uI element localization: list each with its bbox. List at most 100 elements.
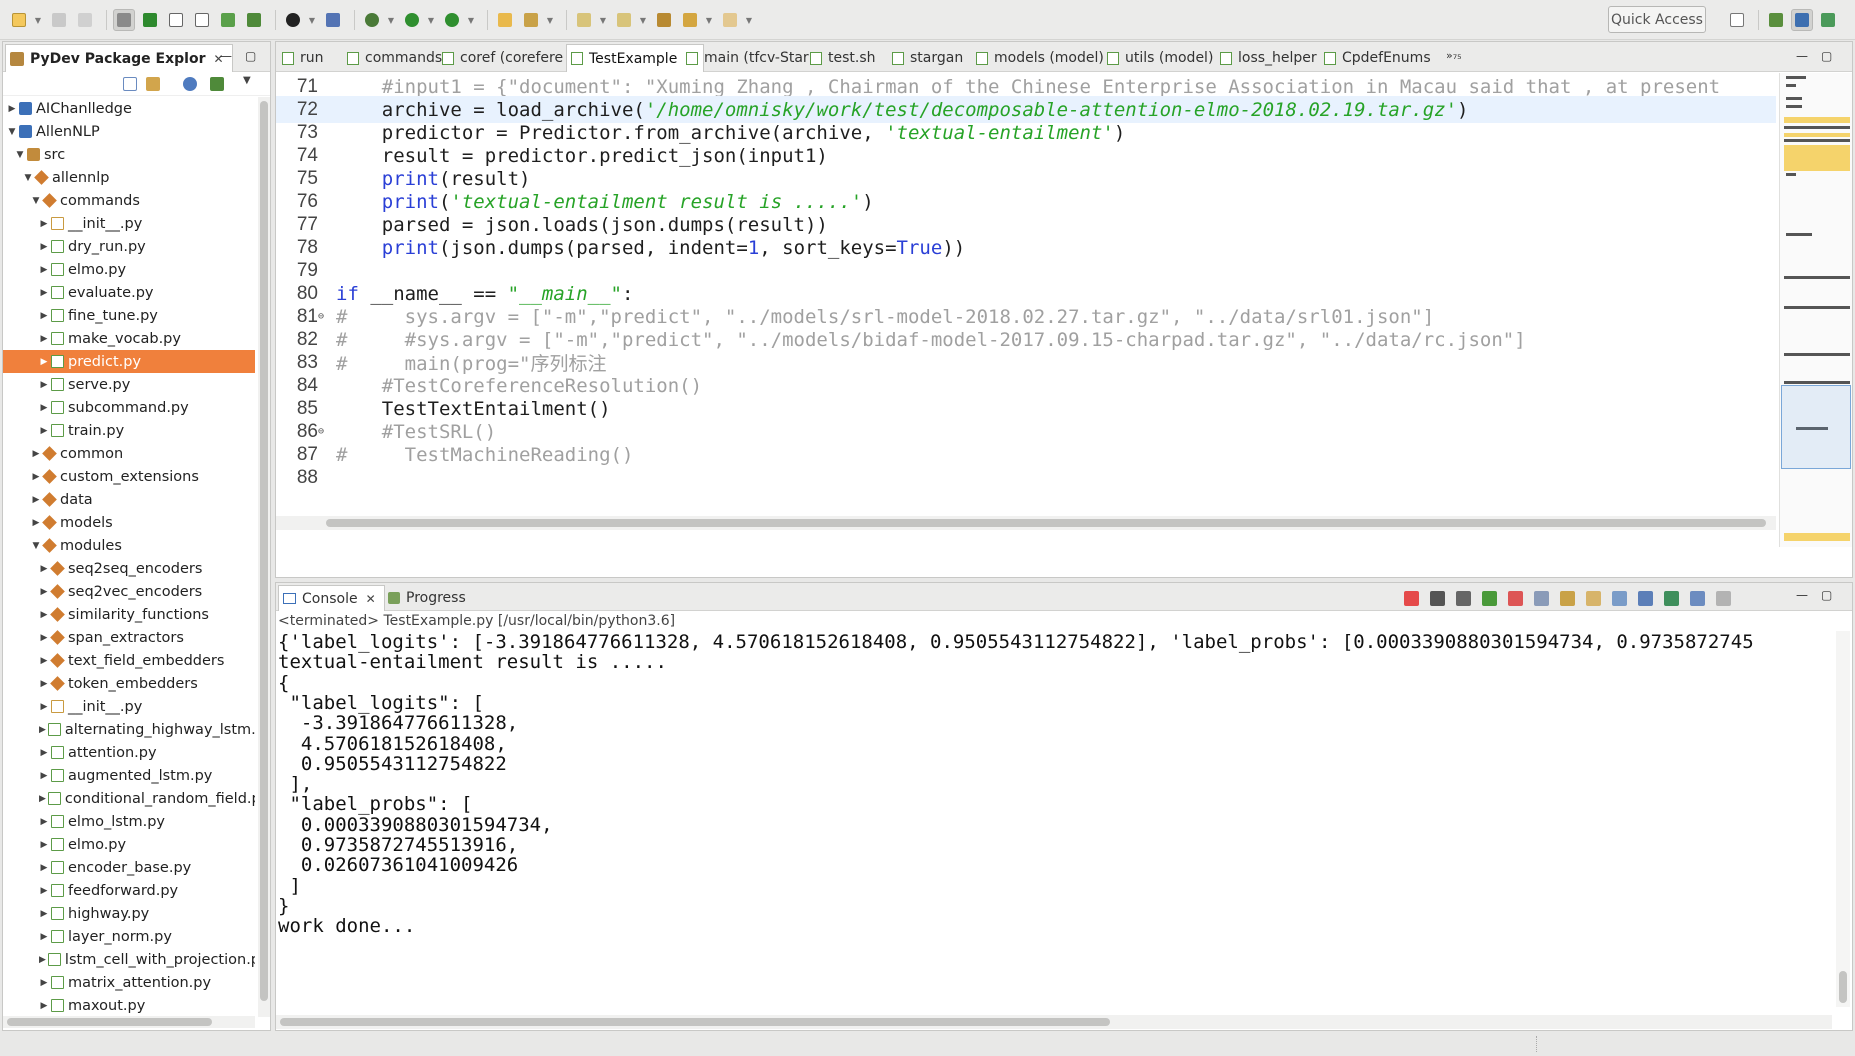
quick-access-field[interactable]: Quick Access bbox=[1608, 6, 1706, 33]
expand-right-icon[interactable]: ▶ bbox=[39, 725, 46, 735]
tree-item[interactable]: ▶ evaluate.py bbox=[3, 281, 255, 304]
tree-item[interactable]: ▶ custom_extensions bbox=[3, 465, 255, 488]
expand-right-icon[interactable]: ▶ bbox=[7, 104, 17, 114]
expand-right-icon[interactable]: ▶ bbox=[39, 265, 49, 275]
editor-tab[interactable]: test.sh bbox=[806, 44, 876, 72]
edit-icon[interactable] bbox=[520, 9, 542, 31]
minimize-icon[interactable]: — bbox=[1796, 588, 1808, 602]
clear-icon[interactable] bbox=[1508, 590, 1523, 606]
show-stdout-icon[interactable] bbox=[1586, 590, 1601, 606]
toggle-icon[interactable] bbox=[113, 9, 135, 31]
pin-console-icon[interactable] bbox=[1638, 590, 1653, 606]
tab-console[interactable]: Console ✕ bbox=[278, 585, 385, 611]
package-icon[interactable] bbox=[322, 9, 344, 31]
sync-icon[interactable] bbox=[210, 77, 224, 91]
tree-item[interactable]: ▶ models bbox=[3, 511, 255, 534]
search-icon[interactable] bbox=[217, 9, 239, 31]
tree-item[interactable]: ▶ seq2seq_encoders bbox=[3, 557, 255, 580]
console-icon[interactable] bbox=[191, 9, 213, 31]
expand-right-icon[interactable]: ▶ bbox=[39, 817, 49, 827]
console-vertical-scrollbar[interactable] bbox=[1836, 631, 1850, 1007]
save-all-icon[interactable] bbox=[74, 9, 96, 31]
editor-tab[interactable]: CpdefEnums bbox=[1320, 44, 1431, 72]
forward-dropdown[interactable]: ▼ bbox=[745, 9, 753, 31]
run-dropdown[interactable]: ▼ bbox=[427, 9, 435, 31]
external-tools-icon[interactable] bbox=[441, 9, 463, 31]
open-console-icon[interactable] bbox=[1664, 590, 1679, 606]
tree-item[interactable]: ▶ serve.py bbox=[3, 373, 255, 396]
expand-down-icon[interactable]: ▼ bbox=[31, 196, 41, 206]
back-icon[interactable] bbox=[679, 9, 701, 31]
prev-annotation-icon[interactable] bbox=[613, 9, 635, 31]
editor-tab[interactable]: main (tfcv-Star bbox=[682, 44, 809, 72]
tree-item[interactable]: ▶ layer_norm.py bbox=[3, 925, 255, 948]
expand-right-icon[interactable]: ▶ bbox=[39, 288, 49, 298]
tree-item[interactable]: ▼ AllenNLP bbox=[3, 120, 255, 143]
java-perspective-icon[interactable] bbox=[1817, 9, 1839, 31]
overview-viewport[interactable] bbox=[1781, 385, 1851, 469]
expand-down-icon[interactable]: ▼ bbox=[15, 150, 25, 160]
expand-right-icon[interactable]: ▶ bbox=[39, 633, 49, 643]
expand-right-icon[interactable]: ▶ bbox=[39, 403, 49, 413]
expand-right-icon[interactable]: ▶ bbox=[39, 334, 49, 344]
overview-ruler[interactable] bbox=[1779, 73, 1852, 547]
code-line[interactable]: 88 bbox=[276, 464, 1776, 491]
collapse-all-icon[interactable] bbox=[123, 77, 137, 91]
expand-right-icon[interactable]: ▶ bbox=[39, 932, 49, 942]
expand-right-icon[interactable]: ▶ bbox=[39, 1001, 49, 1011]
pydev-perspective-icon[interactable] bbox=[1791, 9, 1813, 31]
tree-horizontal-scrollbar[interactable] bbox=[3, 1016, 255, 1028]
tree-item[interactable]: ▶ __init__.py bbox=[3, 212, 255, 235]
editor-tab[interactable]: stargan bbox=[888, 44, 963, 72]
expand-right-icon[interactable]: ▶ bbox=[39, 311, 49, 321]
expand-right-icon[interactable]: ▶ bbox=[39, 426, 49, 436]
expand-right-icon[interactable]: ▶ bbox=[39, 357, 49, 367]
tree-item[interactable]: ▶ make_vocab.py bbox=[3, 327, 255, 350]
expand-right-icon[interactable]: ▶ bbox=[39, 242, 49, 252]
last-edit-icon[interactable] bbox=[653, 9, 675, 31]
tree-item[interactable]: ▶ augmented_lstm.py bbox=[3, 764, 255, 787]
tree-item[interactable]: ▶ seq2vec_encoders bbox=[3, 580, 255, 603]
close-icon[interactable]: ✕ bbox=[366, 592, 376, 606]
minimize-icon[interactable]: — bbox=[220, 49, 232, 63]
editor-horizontal-scrollbar[interactable] bbox=[276, 516, 1776, 530]
tree-item[interactable]: ▶ train.py bbox=[3, 419, 255, 442]
expand-right-icon[interactable]: ▶ bbox=[39, 748, 49, 758]
tree-item[interactable]: ▼ src bbox=[3, 143, 255, 166]
minimize-icon[interactable]: — bbox=[1796, 49, 1808, 63]
show-stderr-icon[interactable] bbox=[1612, 590, 1627, 606]
tree-item[interactable]: ▼ modules bbox=[3, 534, 255, 557]
tree-item[interactable]: ▶ maxout.py bbox=[3, 994, 255, 1017]
tree-item[interactable]: ▶ token_embedders bbox=[3, 672, 255, 695]
tree-item[interactable]: ▶ matrix_attention.py bbox=[3, 971, 255, 994]
expand-right-icon[interactable]: ▶ bbox=[31, 495, 41, 505]
console-horizontal-scrollbar[interactable] bbox=[276, 1015, 1832, 1029]
maximize-icon[interactable]: ▢ bbox=[1821, 588, 1832, 602]
expand-right-icon[interactable]: ▶ bbox=[39, 978, 49, 988]
edit-dropdown[interactable]: ▼ bbox=[546, 9, 554, 31]
expand-right-icon[interactable]: ▶ bbox=[39, 886, 49, 896]
tree-item[interactable]: ▶ alternating_highway_lstm.p bbox=[3, 718, 255, 741]
tree-item[interactable]: ▶ lstm_cell_with_projection.p bbox=[3, 948, 255, 971]
back-dropdown[interactable]: ▼ bbox=[705, 9, 713, 31]
console-output[interactable]: {'label_logits': [-3.391864776611328, 4.… bbox=[278, 631, 1828, 1015]
save-icon[interactable] bbox=[48, 9, 70, 31]
tree-item[interactable]: ▶ fine_tune.py bbox=[3, 304, 255, 327]
tree-item[interactable]: ▶ data bbox=[3, 488, 255, 511]
expand-right-icon[interactable]: ▶ bbox=[39, 794, 46, 804]
tree-item[interactable]: ▶ subcommand.py bbox=[3, 396, 255, 419]
scroll-lock-icon[interactable] bbox=[1534, 590, 1549, 606]
tree-item[interactable]: ▶ highway.py bbox=[3, 902, 255, 925]
fold-toggle-icon[interactable]: ⊖ bbox=[318, 426, 328, 437]
remove-launch-icon[interactable] bbox=[1430, 590, 1445, 606]
run-icon[interactable] bbox=[401, 9, 423, 31]
editor-tab[interactable]: loss_helper bbox=[1216, 44, 1317, 72]
view-menu-icon[interactable]: ▼ bbox=[243, 75, 251, 86]
tree-item[interactable]: ▶ attention.py bbox=[3, 741, 255, 764]
tree-item[interactable]: ▶ conditional_random_field.p bbox=[3, 787, 255, 810]
expand-down-icon[interactable]: ▼ bbox=[23, 173, 33, 183]
remove-all-icon[interactable] bbox=[1456, 590, 1471, 606]
new-file-icon[interactable] bbox=[165, 9, 187, 31]
next-annotation-icon[interactable] bbox=[573, 9, 595, 31]
maximize-icon[interactable]: ▢ bbox=[1821, 49, 1832, 63]
